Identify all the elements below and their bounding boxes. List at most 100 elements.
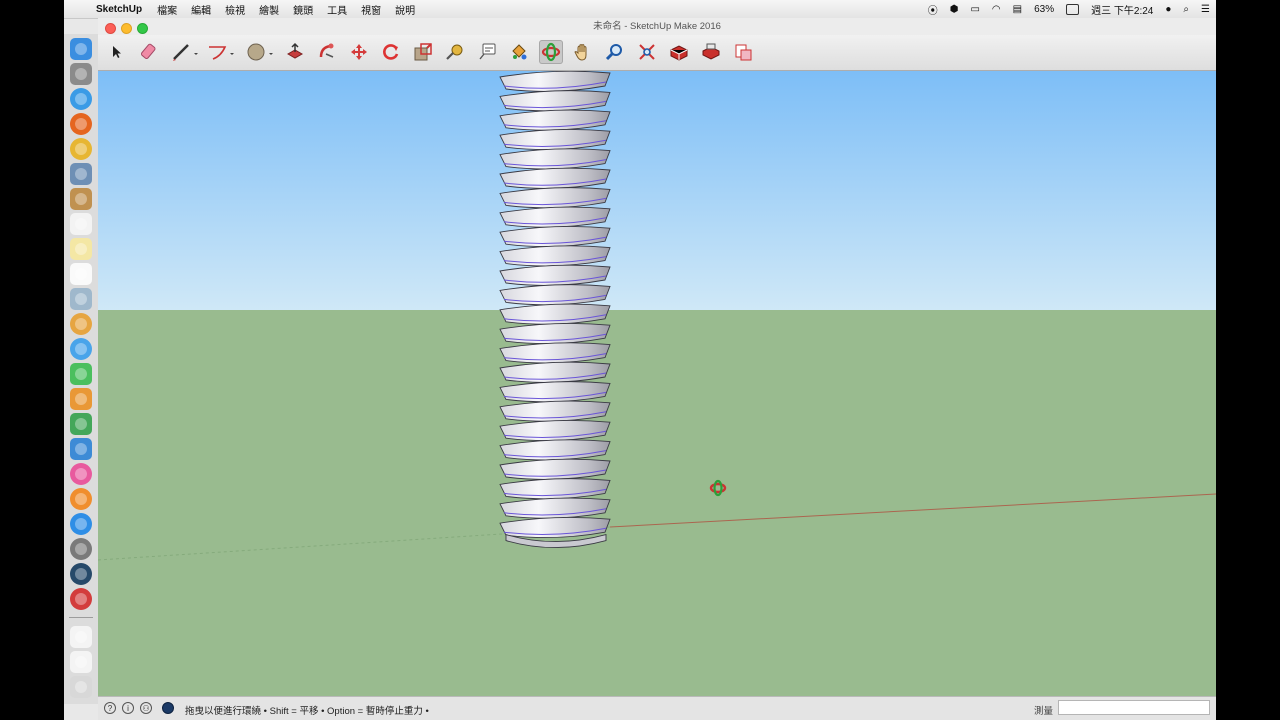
eraser-tool-button[interactable]: [137, 40, 161, 64]
zoom-window-button[interactable]: [137, 23, 148, 34]
select-tool-button[interactable]: [105, 40, 129, 64]
airplay-icon[interactable]: ▭: [964, 4, 985, 15]
circle-shape-icon: [247, 43, 273, 61]
arc-tool-button[interactable]: [205, 40, 239, 64]
orbit-tool-button[interactable]: [539, 40, 563, 64]
menu-window[interactable]: 視窗: [354, 2, 388, 17]
battery-icon[interactable]: [1060, 3, 1085, 15]
finder-icon[interactable]: [70, 38, 92, 60]
contacts-icon[interactable]: [70, 188, 92, 210]
main-toolbar: [98, 35, 1216, 71]
dock-separator: [69, 617, 93, 618]
menu-view[interactable]: 檢視: [218, 2, 252, 17]
pan-hand-icon: [574, 44, 587, 61]
text-tool-button[interactable]: [475, 40, 499, 64]
reminders-icon[interactable]: [70, 263, 92, 285]
itunes-icon[interactable]: [70, 463, 92, 485]
menu-edit[interactable]: 編輯: [184, 2, 218, 17]
app-store-icon[interactable]: [70, 513, 92, 535]
3d-viewport[interactable]: [98, 71, 1216, 696]
3d-warehouse-icon: [670, 45, 688, 61]
keynote-icon[interactable]: [70, 438, 92, 460]
desktop-screen: SketchUp 檔案 編輯 檢視 繪製 鏡頭 工具 視窗 說明 ⦿ ⬢ ▭ ◠…: [64, 0, 1216, 720]
minimize-window-button[interactable]: [121, 23, 132, 34]
user-account-icon[interactable]: ⚇: [140, 702, 152, 714]
wifi-icon[interactable]: ◠: [986, 4, 1007, 15]
menu-bar: SketchUp 檔案 編輯 檢視 繪製 鏡頭 工具 視窗 說明 ⦿ ⬢ ▭ ◠…: [64, 0, 1216, 19]
app-menu-sketchup[interactable]: SketchUp: [90, 4, 150, 15]
push-pull-icon: [286, 42, 304, 59]
dropbox-icon[interactable]: ⬢: [944, 4, 965, 15]
trash-icon[interactable]: [70, 676, 92, 698]
quicktime-icon[interactable]: [70, 563, 92, 585]
eraser-icon: [140, 43, 156, 59]
status-hint-text: 拖曳以便進行環繞 • Shift = 平移 • Option = 暫時停止重力 …: [185, 706, 429, 717]
magnifier-icon: [605, 44, 622, 61]
spotlight-search-icon[interactable]: ⌕: [1177, 4, 1195, 15]
sketchup-icon[interactable]: [70, 588, 92, 610]
messages-icon[interactable]: [70, 338, 92, 360]
extension-warehouse-tool-button[interactable]: [699, 40, 723, 64]
window-title: 未命名 - SketchUp Make 2016: [593, 21, 721, 32]
layout-tool-button[interactable]: [731, 40, 755, 64]
extension-warehouse-icon: [702, 43, 720, 60]
photo-booth-icon[interactable]: [70, 288, 92, 310]
menu-camera[interactable]: 鏡頭: [286, 2, 320, 17]
battery-percent[interactable]: 63%: [1028, 4, 1060, 15]
ibooks-icon[interactable]: [70, 488, 92, 510]
menu-help[interactable]: 說明: [388, 2, 422, 17]
follow-me-tool-button[interactable]: [315, 40, 339, 64]
paint-bucket-tool-button[interactable]: [507, 40, 531, 64]
scene-canvas[interactable]: [98, 71, 1216, 696]
line-tool-button[interactable]: [169, 40, 203, 64]
sky: [98, 71, 1216, 310]
notification-center-icon[interactable]: ☰: [1195, 4, 1216, 15]
zoom-tool-button[interactable]: [603, 40, 627, 64]
preview-icon[interactable]: [70, 163, 92, 185]
pan-tool-button[interactable]: [571, 40, 595, 64]
text-label-icon: [479, 43, 496, 60]
pages-icon[interactable]: [70, 388, 92, 410]
system-preferences-icon[interactable]: [70, 538, 92, 560]
zoom-extents-tool-button[interactable]: [635, 40, 659, 64]
chrome-icon[interactable]: [70, 138, 92, 160]
follow-me-icon: [319, 43, 334, 58]
downloads-stack-icon[interactable]: [70, 626, 92, 648]
layout-icon: [735, 44, 752, 61]
scale-tool-button[interactable]: [411, 40, 435, 64]
user-icon[interactable]: ●: [1159, 4, 1177, 15]
record-icon[interactable]: ⦿: [922, 2, 944, 17]
clock[interactable]: 週三 下午2:24: [1085, 2, 1159, 17]
menu-file[interactable]: 檔案: [150, 2, 184, 17]
push-pull-tool-button[interactable]: [283, 40, 307, 64]
shapes-tool-button[interactable]: [244, 40, 278, 64]
tape-measure-tool-button[interactable]: [443, 40, 467, 64]
measurements-label: 測量: [1034, 706, 1054, 717]
geo-location-icon[interactable]: ?: [104, 702, 116, 714]
pencil-icon: [173, 44, 198, 61]
launchpad-icon[interactable]: [70, 63, 92, 85]
status-bar: ? i ⚇ 拖曳以便進行環繞 • Shift = 平移 • Option = 暫…: [98, 696, 1216, 720]
move-tool-button[interactable]: [347, 40, 371, 64]
status-menus: ⦿ ⬢ ▭ ◠ ▤ 63% 週三 下午2:24 ● ⌕ ☰: [922, 0, 1216, 18]
facetime-icon[interactable]: [70, 363, 92, 385]
documents-stack-icon[interactable]: [70, 651, 92, 673]
dock: [64, 34, 99, 704]
firefox-icon[interactable]: [70, 113, 92, 135]
menu-draw[interactable]: 繪製: [252, 2, 286, 17]
measurements-input[interactable]: [1058, 700, 1210, 715]
menu-tools[interactable]: 工具: [320, 2, 354, 17]
arrow-cursor-icon: [113, 46, 121, 58]
calendar-icon[interactable]: [70, 213, 92, 235]
numbers-icon[interactable]: [70, 413, 92, 435]
rotate-tool-button[interactable]: [379, 40, 403, 64]
photos-icon[interactable]: [70, 313, 92, 335]
credits-info-icon[interactable]: i: [122, 702, 134, 714]
safari-icon[interactable]: [70, 88, 92, 110]
notes-icon[interactable]: [70, 238, 92, 260]
3d-warehouse-tool-button[interactable]: [667, 40, 691, 64]
threaded-cylinder-model[interactable]: [499, 71, 611, 548]
close-window-button[interactable]: [105, 23, 116, 34]
input-flag-icon[interactable]: ▤: [1007, 4, 1028, 15]
scale-icon: [414, 43, 432, 61]
